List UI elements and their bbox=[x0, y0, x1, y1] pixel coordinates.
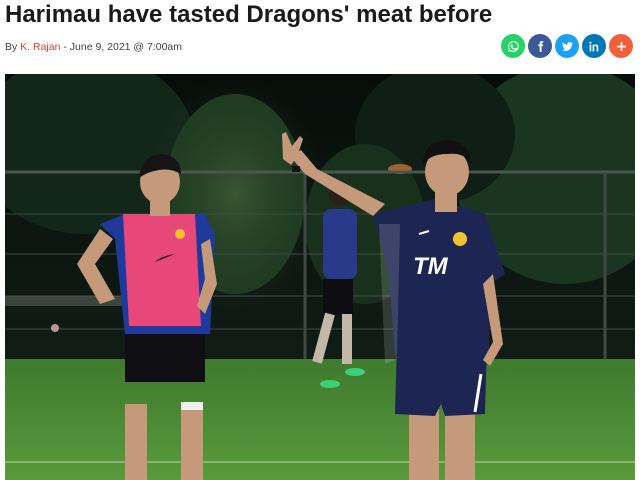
plus-icon bbox=[616, 41, 626, 51]
linkedin-share-button[interactable] bbox=[582, 34, 606, 58]
facebook-icon bbox=[537, 40, 543, 52]
share-buttons bbox=[501, 34, 633, 58]
whatsapp-share-button[interactable] bbox=[501, 34, 525, 58]
facebook-share-button[interactable] bbox=[528, 34, 552, 58]
whatsapp-icon bbox=[507, 40, 519, 52]
twitter-icon bbox=[561, 41, 573, 51]
article-photo: TM bbox=[5, 74, 635, 480]
author-link[interactable]: K. Rajan bbox=[20, 41, 60, 53]
twitter-share-button[interactable] bbox=[555, 34, 579, 58]
byline-prefix: By bbox=[5, 41, 21, 53]
linkedin-icon bbox=[588, 41, 598, 51]
article-headline: Harimau have tasted Dragons' meat before bbox=[5, 1, 493, 28]
more-share-button[interactable] bbox=[609, 34, 633, 58]
article-byline: By K. Rajan - June 9, 2021 @ 7:00am bbox=[5, 41, 182, 53]
training-photo-illustration: TM bbox=[5, 74, 635, 480]
byline-date: - June 9, 2021 @ 7:00am bbox=[60, 41, 183, 53]
jersey-logo: TM bbox=[413, 253, 449, 280]
